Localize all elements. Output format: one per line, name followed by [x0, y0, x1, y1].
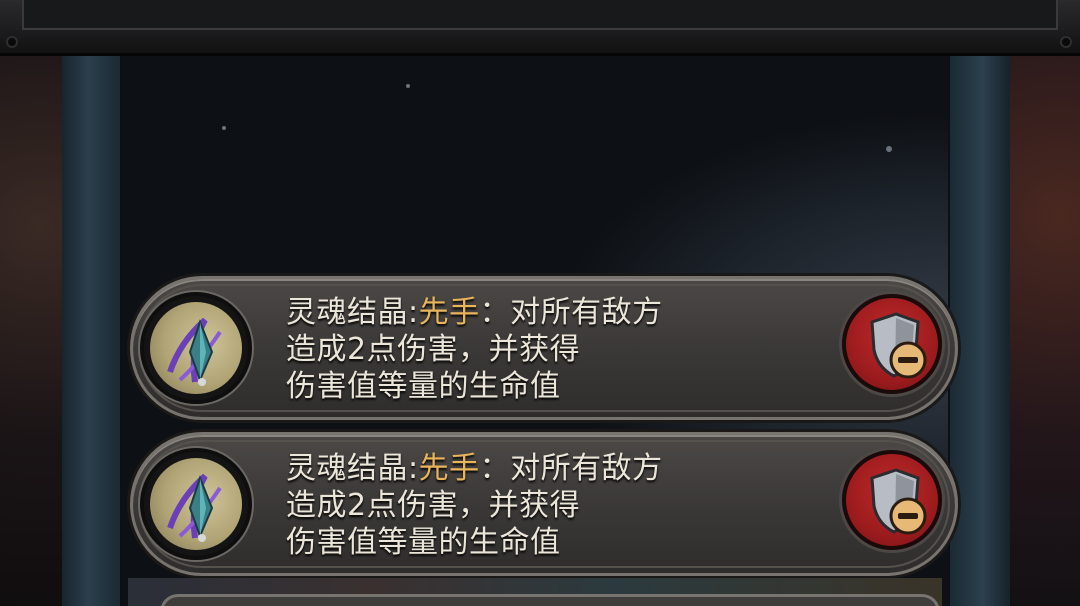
- skill-description: 灵魂结晶:先手：对所有敌方 造成2点伤害，并获得 伤害值等量的生命值: [286, 295, 663, 404]
- remove-skill-button[interactable]: [842, 294, 942, 394]
- skill-card[interactable]: 灵魂结晶:先手：对所有敌方 造成2点伤害，并获得 伤害值等量的生命值: [130, 276, 958, 420]
- rivet-icon: [6, 36, 18, 48]
- shield-minus-icon: [870, 312, 927, 379]
- top-frame-panel: [22, 0, 1058, 30]
- skill-card[interactable]: 灵魂结晶:先手：对所有敌方 造成2点伤害，并获得 伤害值等量的生命值: [130, 432, 958, 576]
- shield-minus-icon: [870, 468, 927, 535]
- soul-crystal-icon: [140, 448, 252, 560]
- remove-skill-button[interactable]: [842, 450, 942, 550]
- rivet-icon: [1060, 36, 1072, 48]
- pillar-left: [62, 56, 122, 606]
- top-frame: [0, 0, 1080, 56]
- skill-card-partial[interactable]: [160, 594, 940, 606]
- soul-crystal-icon: [140, 292, 252, 404]
- skill-description: 灵魂结晶:先手：对所有敌方 造成2点伤害，并获得 伤害值等量的生命值: [286, 451, 663, 560]
